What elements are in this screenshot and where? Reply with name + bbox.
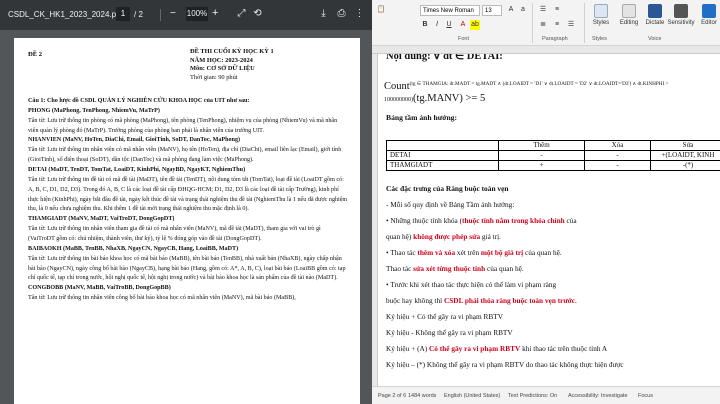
document-body[interactable]: Nội dung: ∀ dt ∈ DETAI: Count(tg ∈ THAMG… [384, 54, 720, 386]
editor-button[interactable]: Editor [694, 4, 720, 26]
group-voice-label: Voice [648, 36, 662, 42]
table-description: Tân từ: Lưu trữ thông tin đề tài có mã đ… [28, 176, 348, 213]
ribbon-separator [584, 3, 585, 43]
pdf-toolbar: CSDL_CK_HK1_2023_2024.pdf 1 / 2 − 100% +… [0, 0, 372, 30]
group-styles-label: Styles [592, 36, 607, 42]
zoom-level[interactable]: 100% [186, 7, 208, 21]
styles-button[interactable]: Styles [586, 4, 616, 26]
note-line: - Mỗi số quy định về Bảng Tầm ảnh hưởng: [386, 200, 515, 209]
pdf-filename: CSDL_CK_HK1_2023_2024.pdf [8, 10, 123, 19]
align-left-icon[interactable]: ≣ [538, 20, 548, 30]
toolbar-divider [160, 9, 161, 21]
rbtv-features-heading: Các đặc trưng của Ràng buộc toàn vẹn [386, 184, 509, 193]
note-line: • Trước khi xét thao tác thực hiện có th… [386, 280, 557, 289]
table-schema: PHONG (MaPhong, TenPhong, NhiemVu, MaTrP… [28, 107, 160, 114]
impact-table: Thêm Xóa Sửa DETAI - - +(LOAIDT, KINH TH… [386, 140, 720, 171]
highlight-icon[interactable]: ab [470, 20, 480, 30]
table-header-row: Thêm Xóa Sửa [386, 140, 720, 151]
group-paragraph-label: Paragraph [542, 36, 568, 42]
note-line: • Những thuộc tính khóa (thuộc tính nằm … [386, 216, 577, 225]
italic-icon[interactable]: I [432, 20, 442, 30]
zoom-out-button[interactable]: − [170, 8, 176, 19]
numbering-icon[interactable]: ≡ [552, 5, 562, 15]
status-bar: Page 2 of 6 1484 words English (United S… [372, 386, 720, 404]
exam-duration: Thời gian: 90 phút [190, 73, 238, 81]
font-name-select[interactable]: Times New Roman [420, 5, 480, 16]
more-options-icon[interactable]: ⋮ [354, 8, 365, 19]
table-description: Tân từ: Lưu trữ thông tin nhân viên có m… [28, 147, 342, 164]
grow-font-icon[interactable]: A [506, 5, 516, 15]
group-font-label: Font [458, 36, 470, 42]
table-description: Tân từ: Lưu trữ thông tin nhân viên tham… [28, 226, 321, 243]
page-total: / 2 [134, 10, 143, 19]
note-line: • Thao tác thêm và xóa xét trên một bộ g… [386, 248, 562, 257]
count-formula: Count(tg ∈ THAMGIA: dt.MADT = tg.MADT ∧ … [384, 81, 669, 92]
table-row: DETAI - - +(LOAIDT, KINH [386, 150, 720, 161]
underline-icon[interactable]: U [444, 20, 454, 30]
focus-button[interactable]: Focus [638, 393, 653, 399]
print-icon[interactable]: ⎙ [336, 8, 347, 19]
bullets-icon[interactable]: ☰ [538, 5, 548, 15]
question-1: Câu 1: Cho lược đồ CSDL QUẢN LÝ NGHIÊN C… [28, 98, 250, 104]
rotate-icon[interactable]: ⟲ [252, 8, 263, 19]
table-schema: BAIBAOKH (MaBB, TenBB, NhaXB, NgayCN, Ng… [28, 245, 239, 252]
ribbon-separator [532, 3, 533, 43]
note-line: Ký hiệu + (A) Có thể gây ra vi phạm RBTV… [386, 344, 608, 353]
table-description: Tân từ: Lưu trữ thông tin bài báo khoa h… [28, 255, 346, 282]
exam-code: ĐỀ 2 [28, 51, 43, 58]
count-formula-continued: 100000000)(tg.MANV) >= 5 [384, 93, 486, 104]
word-window: 📋 Times New Roman 13 A a B I U A ab ☰ ≡ … [372, 0, 720, 404]
fit-page-icon[interactable]: ⤢ [236, 8, 247, 19]
page-counter[interactable]: Page 2 of 6 [378, 393, 406, 399]
impact-table-title: Bảng tầm ảnh hưởng: [386, 113, 458, 122]
table-description: Tân từ: Lưu trữ thông tin nhân viên công… [28, 295, 296, 302]
exam-title: ĐỀ THI CUỐI KỲ HỌC KỲ 1 [190, 48, 274, 55]
font-size-select[interactable]: 13 [482, 5, 502, 16]
exam-subject: Môn: CƠ SỞ DỮ LIỆU [190, 65, 255, 73]
pdf-page: ĐỀ 2 ĐỀ THI CUỐI KỲ HỌC KỲ 1 NĂM HỌC: 20… [14, 38, 360, 404]
note-line: Ký hiệu - Không thể gây ra vi phạm RBTV [386, 328, 513, 337]
paste-icon[interactable]: 📋 [376, 5, 386, 15]
table-schema: DETAI (MaDT, TenDT, TomTat, LoaiDT, Kinh… [28, 167, 246, 174]
constraint-content-heading: Nội dung: ∀ dt ∈ DETAI: [386, 54, 503, 62]
table-schema: CONGBOBB (MaNV, MaBB, VaiTroBB, DongGopB… [28, 285, 171, 292]
shrink-font-icon[interactable]: a [518, 5, 528, 15]
accessibility-status[interactable]: Accessibility: Investigate [568, 393, 628, 399]
align-center-icon[interactable]: ≡ [552, 20, 562, 30]
note-line: buộc hay không thì CSDL phải thỏa ràng b… [386, 296, 577, 305]
bold-icon[interactable]: B [420, 20, 430, 30]
note-line: Ký hiệu – (*) Không thể gây ra vi phạm R… [386, 360, 624, 369]
table-description: Tân từ: Lưu trữ thông tin phòng có mã ph… [28, 117, 338, 134]
schema-description: PHONG (MaPhong, TenPhong, NhiemVu, MaTrP… [28, 107, 348, 304]
vertical-ruler[interactable] [372, 54, 378, 386]
note-line: Thao tác sửa xét từng thuộc tính của qua… [386, 264, 524, 273]
table-schema: THAMGIADT (MaNV, MaDT, VaiTroDT, DongGop… [28, 216, 175, 223]
download-icon[interactable]: ⤓ [318, 8, 329, 19]
font-color-icon[interactable]: A [458, 20, 468, 30]
zoom-in-button[interactable]: + [212, 7, 218, 19]
exam-header: ĐỀ THI CUỐI KỲ HỌC KỲ 1 NĂM HỌC: 2023-20… [190, 48, 350, 83]
note-line: quan hệ) không được phép sửa giá trị. [386, 232, 501, 241]
language-status[interactable]: English (United States) [444, 393, 500, 399]
sensitivity-button[interactable]: Sensitivity [666, 4, 696, 26]
word-count[interactable]: 1484 words [408, 393, 436, 399]
horizontal-ruler[interactable] [372, 46, 720, 54]
table-row: THAMGIADT + - -(*) [386, 160, 720, 171]
exam-year: NĂM HỌC: 2023-2024 [190, 56, 253, 64]
text-predictions-status[interactable]: Text Predictions: On [508, 393, 557, 399]
table-schema: NHANVIEN (MaNV, HoTen, DiaChi, Email, Gi… [28, 137, 241, 144]
note-line: Ký hiệu + Có thể gây ra vi phạm RBTV [386, 312, 503, 321]
word-ribbon: 📋 Times New Roman 13 A a B I U A ab ☰ ≡ … [372, 0, 720, 46]
pdf-viewer: CSDL_CK_HK1_2023_2024.pdf 1 / 2 − 100% +… [0, 0, 372, 404]
justify-icon[interactable]: ☰ [566, 20, 576, 30]
page-number-input[interactable]: 1 [116, 7, 130, 21]
